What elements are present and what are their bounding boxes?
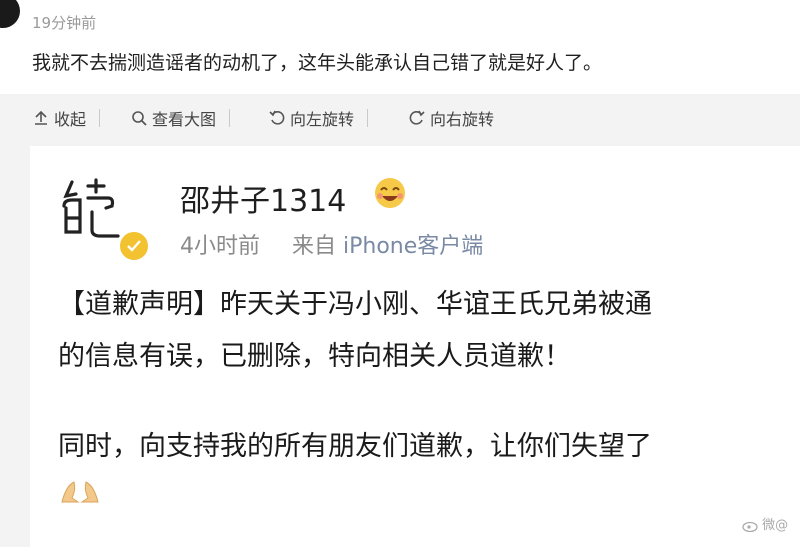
weibo-logo-icon: [742, 521, 758, 532]
collapse-button[interactable]: 收起: [32, 106, 101, 130]
collapse-icon: [32, 109, 50, 127]
commenter-avatar[interactable]: [0, 0, 20, 28]
post-source[interactable]: iPhone客户端: [343, 234, 483, 259]
post-meta: 4小时前 来自 iPhone客户端: [180, 228, 483, 260]
post-time: 4小时前: [180, 234, 260, 259]
rotate-right-label: 向右旋转: [430, 110, 495, 129]
toolbar-divider: [99, 109, 101, 127]
collapse-label: 收起: [54, 110, 87, 129]
toolbar-divider: [367, 109, 369, 127]
post-text-line: 的信息有误，已删除，特向相关人员道歉！: [58, 341, 571, 372]
praying-hands-emoji-icon: [58, 478, 102, 506]
search-icon: [130, 109, 148, 127]
rotate-left-label: 向左旋转: [290, 110, 355, 129]
watermark-text: 微@: [762, 518, 789, 533]
smiling-face-emoji-icon: [372, 176, 408, 210]
post-source-prefix: 来自: [292, 234, 337, 259]
view-large-button[interactable]: 查看大图: [130, 106, 231, 130]
post-username[interactable]: 邵井子1314: [180, 176, 346, 220]
post-text-line: 【道歉声明】昨天关于冯小刚、华谊王氏兄弟被通: [58, 289, 652, 320]
post-text-line: 同时，向支持我的所有朋友们道歉，让你们失望了: [58, 431, 652, 462]
comment-time: 19分钟前: [32, 14, 97, 32]
rotate-right-icon: [408, 109, 426, 127]
rotate-left-icon: [268, 109, 286, 127]
comment-text: 我就不去揣测造谣者的动机了，这年头能承认自己错了就是好人了。: [32, 52, 603, 74]
weibo-watermark: 微@: [742, 514, 788, 533]
toolbar-divider: [229, 109, 231, 127]
view-large-label: 查看大图: [152, 110, 217, 129]
rotate-left-button[interactable]: 向左旋转: [268, 106, 369, 130]
image-toolbar: 收起 查看大图 向左旋转 向右旋转: [0, 94, 800, 142]
rotate-right-button[interactable]: 向右旋转: [408, 106, 494, 130]
verified-badge-icon: [118, 230, 150, 262]
